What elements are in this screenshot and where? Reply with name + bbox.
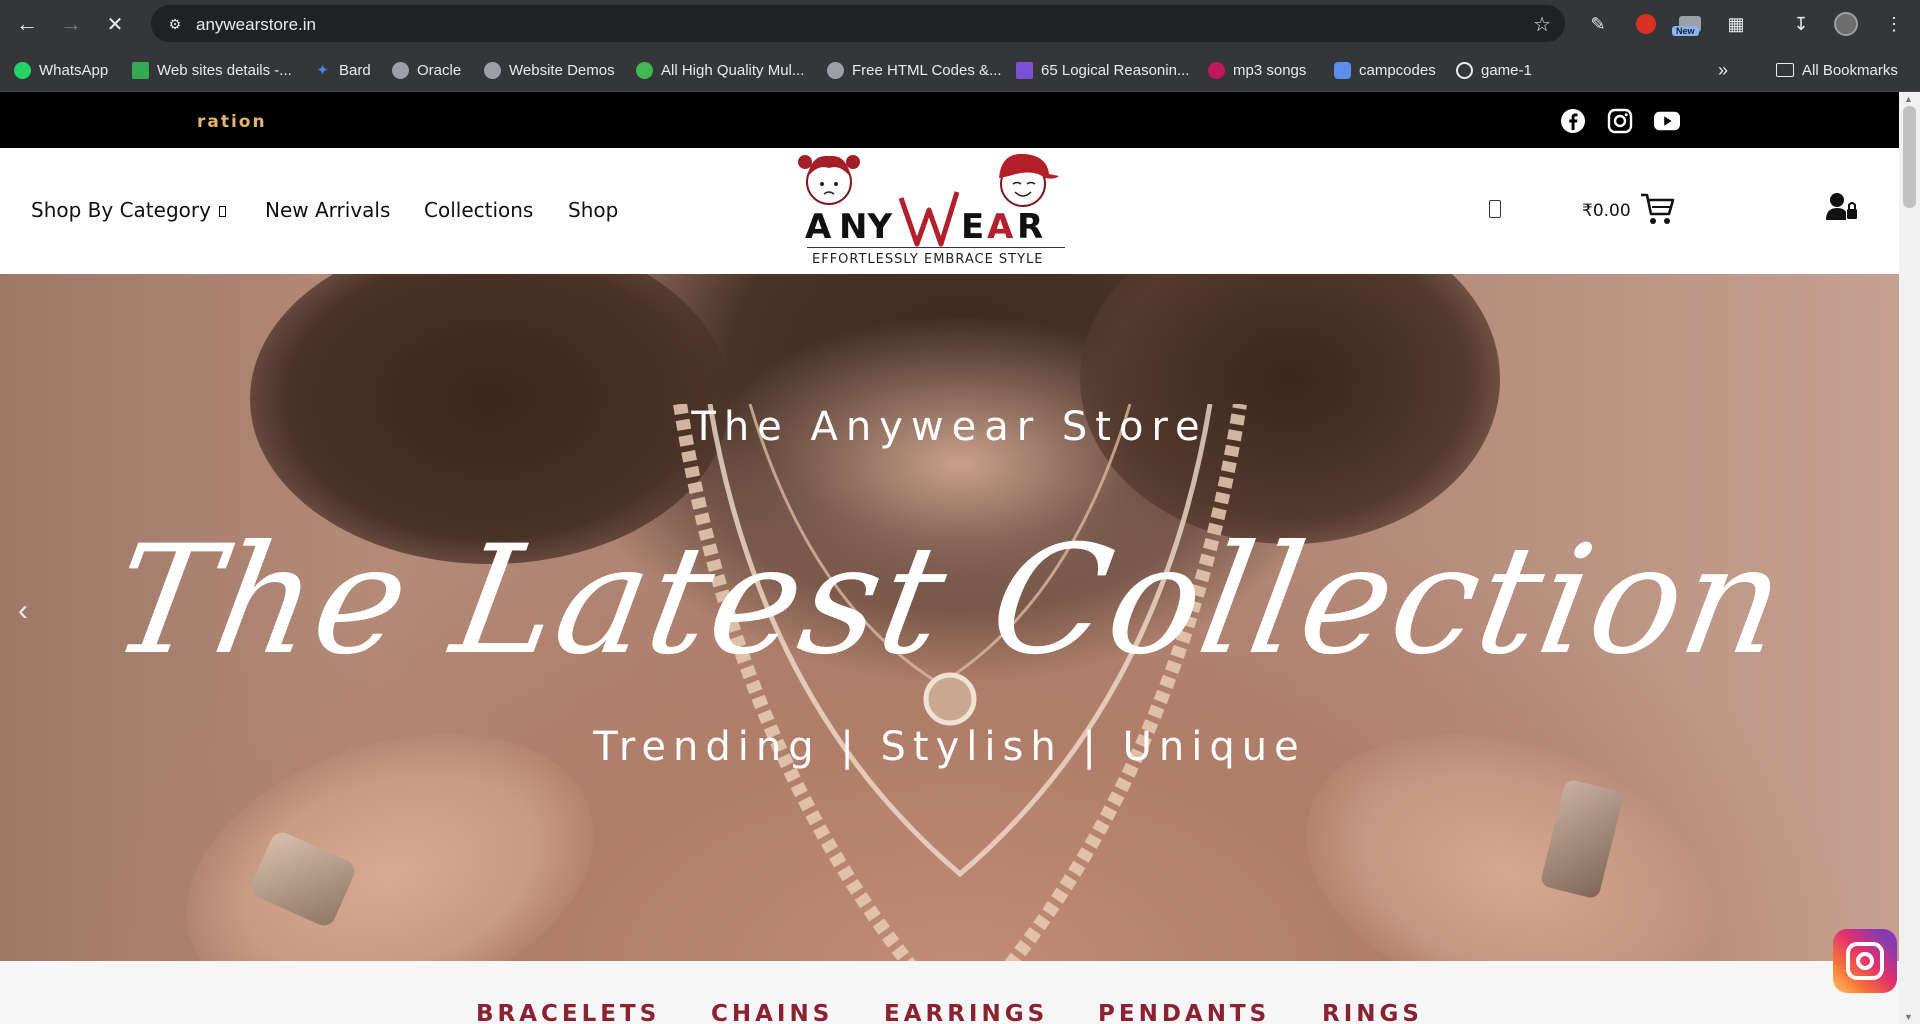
youtube-icon[interactable] xyxy=(1654,108,1680,134)
site-info-icon[interactable]: ⚙ xyxy=(165,14,185,34)
stop-loading-button[interactable]: ✕ xyxy=(99,8,131,40)
logo-graphic: A NY E A R xyxy=(798,153,1059,247)
svg-text:A: A xyxy=(805,207,832,247)
bookmark-campcodes[interactable]: campcodes xyxy=(1334,60,1436,80)
downloads-icon[interactable]: ↧ xyxy=(1787,10,1815,38)
eyedropper-extension-icon[interactable]: ✎ xyxy=(1584,10,1612,38)
new-badge: New xyxy=(1672,26,1699,36)
slider-prev-chevron-icon[interactable]: ‹ xyxy=(18,594,28,628)
bookmarks-bar: WhatsApp Web sites details -... ✦ Bard O… xyxy=(0,47,1920,92)
hero-subtitle: The Anywear Store xyxy=(691,404,1208,450)
all-bookmarks-folder[interactable]: All Bookmarks xyxy=(1776,60,1898,80)
logo-divider xyxy=(807,247,1065,248)
globe-icon xyxy=(484,61,501,79)
edge-icon xyxy=(1456,61,1473,79)
bookmark-label: WhatsApp xyxy=(39,61,109,79)
search-icon[interactable] xyxy=(1489,200,1501,218)
bookmark-game-1[interactable]: game-1 xyxy=(1456,60,1532,80)
floating-instagram-icon[interactable] xyxy=(1833,929,1897,993)
logo-tagline: EFFORTLESSLY EMBRACE STYLE xyxy=(812,252,1044,267)
bookmark-label: Oracle xyxy=(417,61,462,79)
cart-icon[interactable] xyxy=(1640,192,1676,226)
page-scrollbar[interactable]: ▲ ▼ xyxy=(1899,92,1920,1024)
bookmark-label: Web sites details -... xyxy=(157,61,292,79)
bookmark-bard[interactable]: ✦ Bard xyxy=(314,60,371,80)
sheets-icon xyxy=(132,61,149,79)
bookmark-whatsapp[interactable]: WhatsApp xyxy=(14,60,108,80)
bookmark-free-html-codes[interactable]: Free HTML Codes &... xyxy=(827,60,1002,80)
bookmark-label: Website Demos xyxy=(509,61,615,79)
bookmark-oracle[interactable]: Oracle xyxy=(392,60,461,80)
adblock-extension-icon[interactable] xyxy=(1632,10,1660,38)
bookmark-logical-reasoning[interactable]: 65 Logical Reasonin... xyxy=(1016,60,1189,80)
leaf-icon xyxy=(636,61,653,79)
instagram-icon[interactable] xyxy=(1607,108,1633,134)
shield-icon xyxy=(1334,61,1351,79)
extensions-puzzle-icon[interactable]: ▦ xyxy=(1722,10,1750,38)
category-rings[interactable]: RINGS xyxy=(1322,1001,1423,1024)
announcement-marquee: ration xyxy=(197,112,267,132)
menu-new-arrivals[interactable]: New Arrivals xyxy=(265,198,390,222)
scrollbar-thumb[interactable] xyxy=(1903,106,1916,208)
scroll-down-arrow-icon[interactable]: ▼ xyxy=(1904,1012,1913,1022)
page-viewport: ration Shop By Category New Arrivals Col… xyxy=(0,92,1899,1024)
forward-button[interactable]: → xyxy=(55,8,87,40)
category-earrings[interactable]: EARRINGS xyxy=(884,1001,1048,1024)
menu-shop[interactable]: Shop xyxy=(568,198,618,222)
browser-menu-icon[interactable]: ⋮ xyxy=(1880,10,1908,38)
account-lock-icon[interactable] xyxy=(1826,192,1858,222)
address-bar[interactable]: ⚙ anywearstore.in ☆ xyxy=(151,5,1565,42)
svg-text:NY: NY xyxy=(839,207,892,247)
globe-icon xyxy=(392,61,409,79)
menu-shop-by-category[interactable]: Shop By Category xyxy=(31,198,226,222)
bookmark-star-icon[interactable]: ☆ xyxy=(1533,12,1551,37)
bookmark-label: 65 Logical Reasonin... xyxy=(1041,61,1190,79)
all-bookmarks-label: All Bookmarks xyxy=(1802,61,1898,79)
bookmark-high-quality[interactable]: All High Quality Mul... xyxy=(636,60,804,80)
bookmark-mp3-songs[interactable]: mp3 songs xyxy=(1208,60,1306,80)
cart-total[interactable]: ₹0.00 xyxy=(1582,201,1631,221)
svg-text:A: A xyxy=(987,207,1014,247)
announcement-bar: ration xyxy=(0,92,1899,148)
menu-label: Shop By Category xyxy=(31,198,211,222)
whatsapp-icon xyxy=(14,61,31,79)
folder-icon xyxy=(1776,63,1794,77)
more-bookmarks-chevron-icon[interactable]: » xyxy=(1718,60,1728,80)
profile-avatar[interactable] xyxy=(1832,10,1860,38)
instagram-lens xyxy=(1856,952,1874,970)
bookmark-label: Bard xyxy=(339,61,371,79)
bookmark-label: campcodes xyxy=(1359,61,1436,79)
hero-tagline: Trending | Stylish | Unique xyxy=(593,724,1306,770)
category-chains[interactable]: CHAINS xyxy=(711,1001,833,1024)
category-pendants[interactable]: PENDANTS xyxy=(1098,1001,1270,1024)
back-button[interactable]: ← xyxy=(11,8,43,40)
globe-icon xyxy=(827,61,844,79)
category-bracelets[interactable]: BRACELETS xyxy=(476,1001,660,1024)
browser-toolbar: ← → ✕ ⚙ anywearstore.in ☆ ✎ New ▦ ↧ ⋮ xyxy=(0,0,1920,47)
bookmark-label: All High Quality Mul... xyxy=(661,61,805,79)
bookmark-label: Free HTML Codes &... xyxy=(852,61,1002,79)
hero-title: The Latest Collection xyxy=(100,514,1799,688)
svg-text:E: E xyxy=(961,207,984,247)
menu-collections[interactable]: Collections xyxy=(424,198,533,222)
svg-text:R: R xyxy=(1017,207,1043,247)
bookmark-label: game-1 xyxy=(1481,61,1532,79)
bookmark-web-sites-details[interactable]: Web sites details -... xyxy=(132,60,292,80)
hero-slider: The Anywear Store The Latest Collection … xyxy=(0,274,1899,961)
site-logo[interactable]: A NY E A R EFFORTLESSLY EMBRACE STYLE xyxy=(795,148,1075,274)
music-icon xyxy=(1208,61,1225,79)
scroll-up-arrow-icon[interactable]: ▲ xyxy=(1904,94,1913,104)
site-header: Shop By Category New Arrivals Collection… xyxy=(0,148,1899,274)
category-bar: BRACELETS CHAINS EARRINGS PENDANTS RINGS xyxy=(0,961,1899,1024)
bookmark-label: mp3 songs xyxy=(1233,61,1307,79)
fn-icon xyxy=(1016,61,1033,79)
url-text[interactable]: anywearstore.in xyxy=(196,15,316,35)
bard-sparkle-icon: ✦ xyxy=(316,62,329,79)
dropdown-caret-icon xyxy=(218,206,226,217)
facebook-icon[interactable] xyxy=(1560,108,1586,134)
bookmark-website-demos[interactable]: Website Demos xyxy=(484,60,615,80)
